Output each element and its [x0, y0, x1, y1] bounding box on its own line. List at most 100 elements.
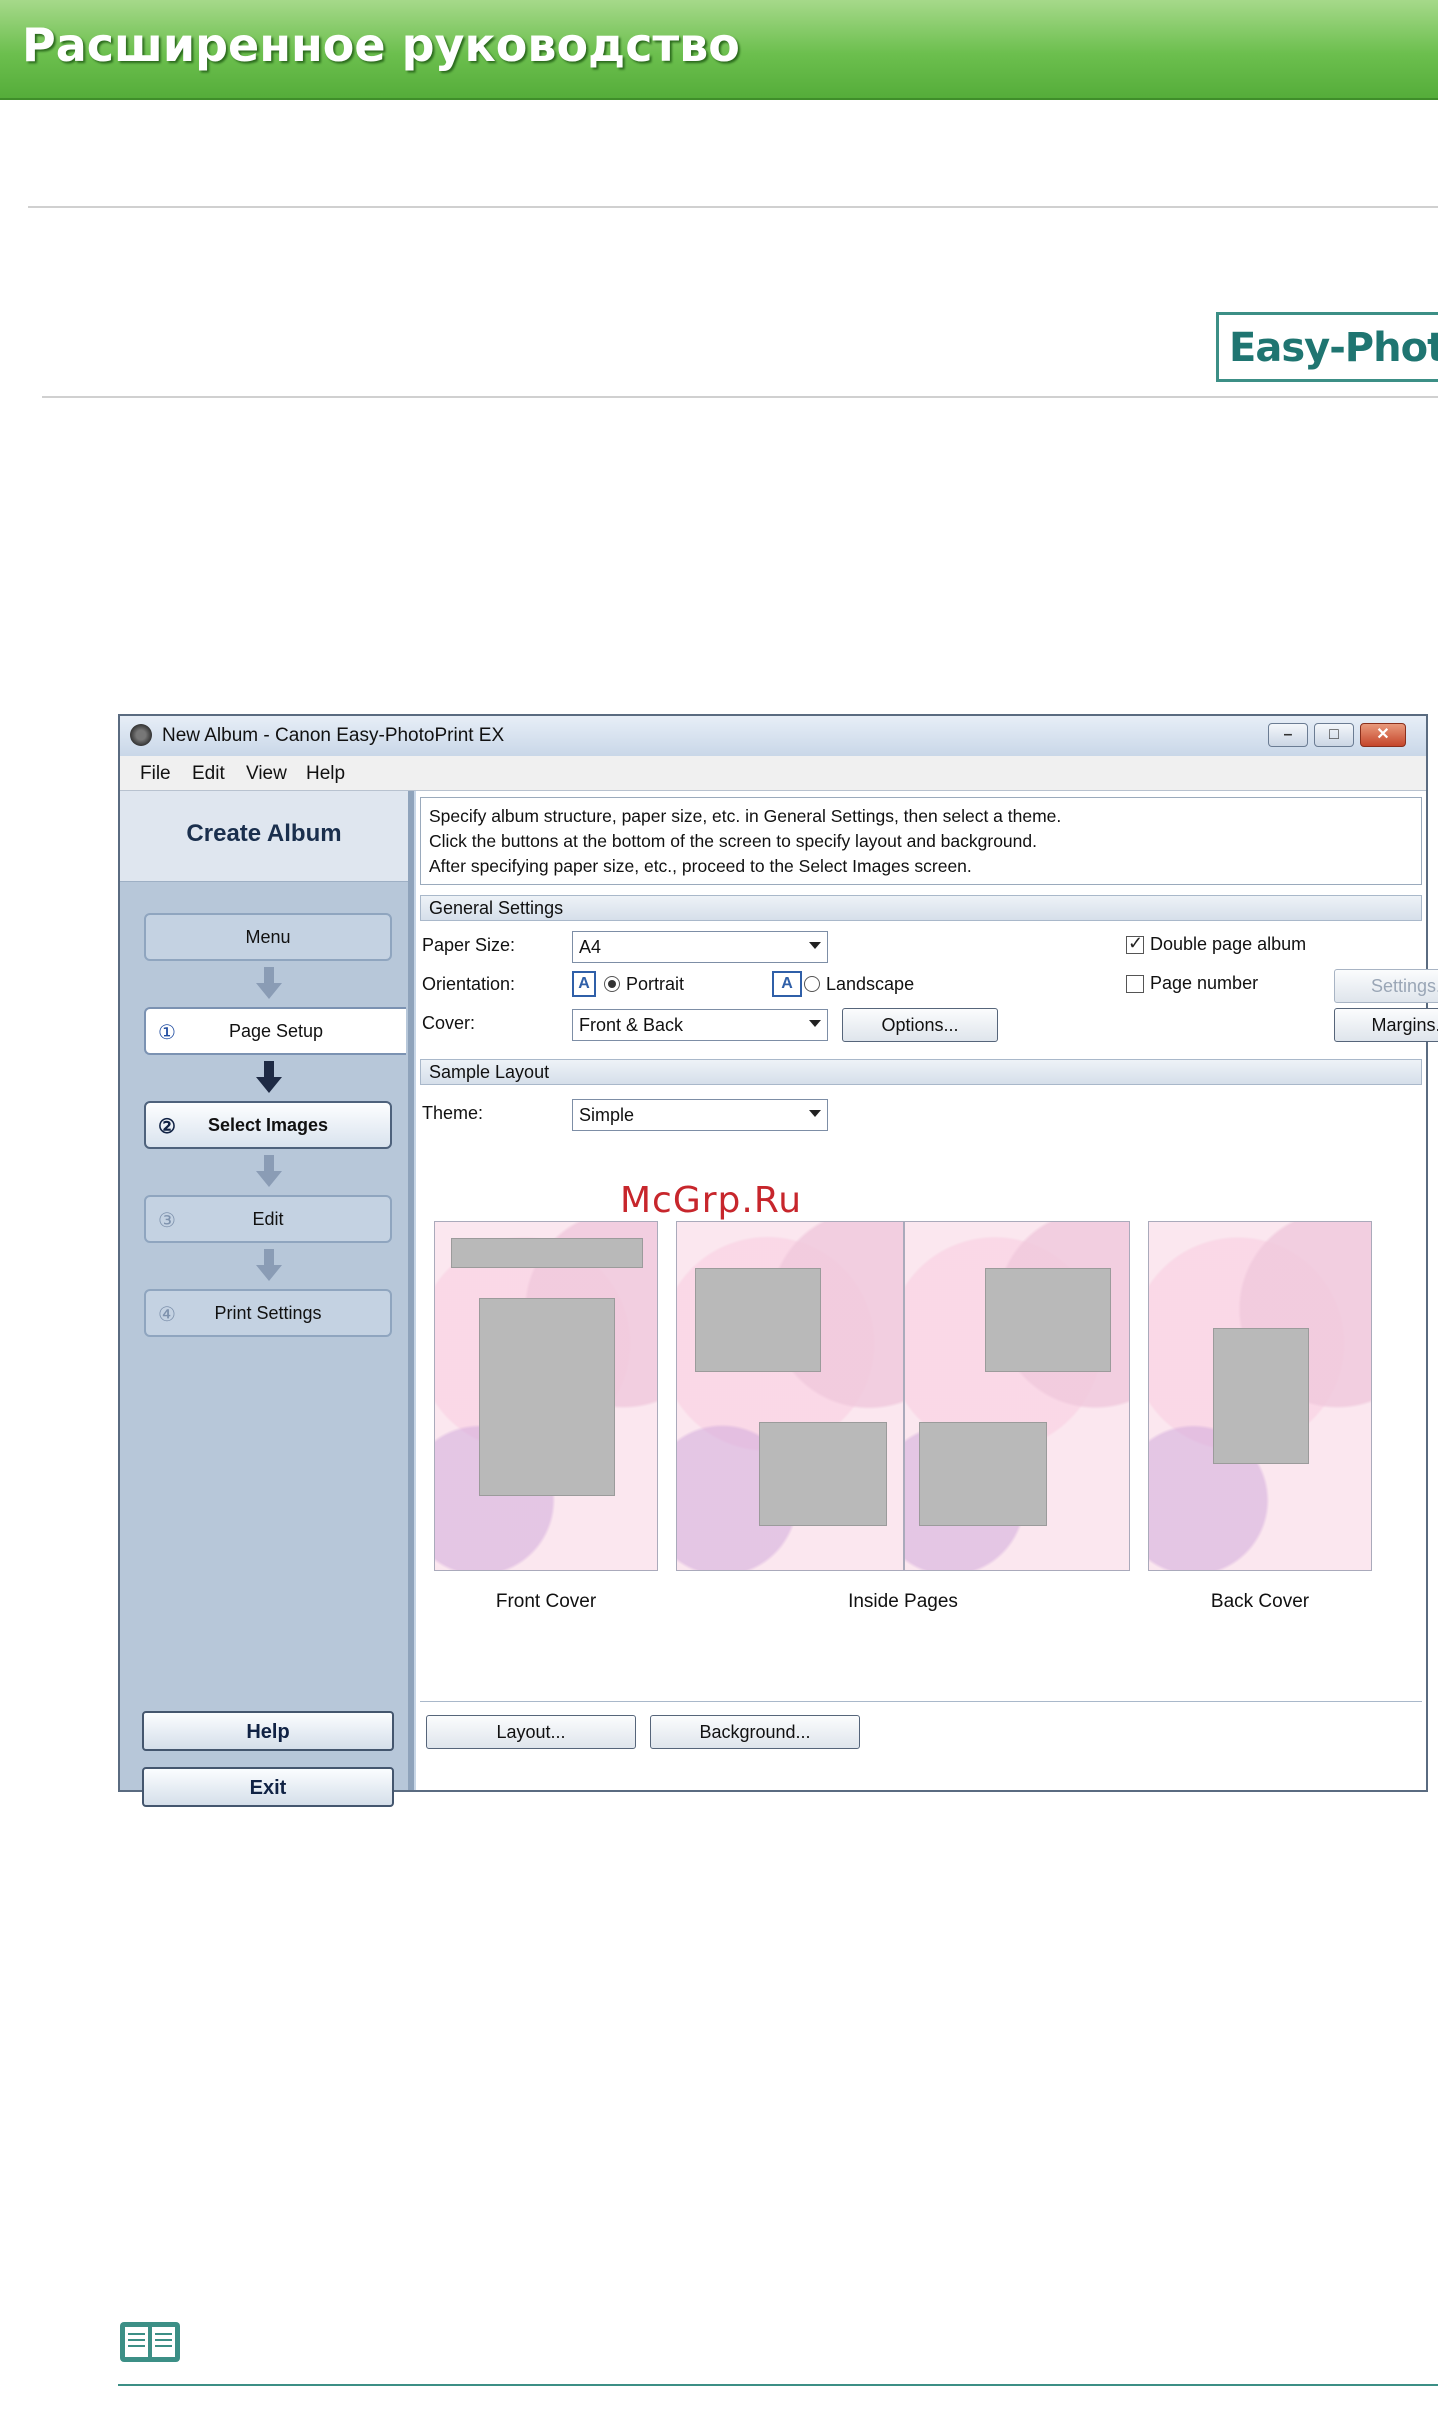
paper-size-label: Paper Size: — [422, 935, 516, 955]
divider — [42, 396, 1438, 398]
back-cover-caption: Back Cover — [1210, 1591, 1310, 1612]
menu-help[interactable]: Help — [306, 763, 345, 785]
app-icon — [130, 724, 152, 746]
pane-heading: Create Album — [120, 791, 408, 882]
landscape-radio[interactable] — [804, 976, 820, 992]
arrow-down-icon — [256, 1249, 282, 1281]
step-label: Page Setup — [228, 1021, 324, 1041]
chevron-down-icon — [809, 942, 821, 949]
divider — [420, 1701, 1422, 1702]
arrow-down-icon — [256, 967, 282, 999]
landscape-label: Landscape — [826, 974, 915, 994]
settings-button[interactable]: Settings... — [1334, 969, 1438, 1003]
orientation-landscape-icon: A — [772, 971, 802, 997]
double-page-checkbox[interactable]: ✓ — [1126, 933, 1144, 954]
general-settings-title: General Settings — [429, 898, 564, 918]
menu-step-button[interactable]: Menu — [144, 913, 392, 961]
theme-value: Simple — [579, 1105, 635, 1125]
arrow-down-icon — [256, 1061, 282, 1093]
orientation-label: Orientation: — [422, 974, 516, 994]
step-label: Select Images — [207, 1115, 329, 1135]
page-number-label: Page number — [1150, 973, 1259, 993]
menu-file[interactable]: File — [140, 763, 171, 785]
inside-pages-caption: Inside Pages — [848, 1591, 958, 1612]
menu-view[interactable]: View — [246, 763, 287, 785]
image-placeholder — [1213, 1328, 1309, 1464]
close-icon: ✕ — [1376, 726, 1390, 743]
instruction-line: Specify album structure, paper size, etc… — [429, 806, 1062, 826]
help-button[interactable]: Help — [142, 1711, 394, 1751]
cover-value: Front & Back — [579, 1015, 684, 1035]
back-cover-preview — [1148, 1221, 1372, 1571]
front-cover-preview — [434, 1221, 658, 1571]
theme-label: Theme: — [422, 1103, 484, 1123]
exit-button-label: Exit — [249, 1777, 287, 1799]
image-placeholder — [985, 1268, 1111, 1372]
app-window: New Album - Canon Easy-PhotoPrint EX – □… — [118, 714, 1438, 1807]
background-button-label: Background... — [699, 1722, 811, 1742]
divider — [28, 206, 1438, 208]
portrait-radio[interactable] — [604, 976, 620, 992]
margins-button[interactable]: Margins... — [1334, 1008, 1438, 1042]
right-pane: Specify album structure, paper size, etc… — [416, 791, 1438, 1790]
instruction-line: Click the buttons at the bottom of the s… — [429, 831, 1037, 851]
settings-button-label: Settings... — [1370, 976, 1438, 996]
product-badge-label: Easy-PhotoP — [1229, 325, 1438, 371]
note-book-icon — [120, 2322, 180, 2362]
double-page-label: Double page album — [1150, 934, 1307, 954]
maximize-button[interactable]: □ — [1314, 723, 1354, 747]
cover-label: Cover: — [422, 1013, 476, 1033]
step-label: Edit — [252, 1209, 284, 1229]
product-badge: Easy-PhotoP — [1216, 312, 1438, 382]
print-settings-step-button[interactable]: ④ Print Settings — [144, 1289, 392, 1337]
options-button[interactable]: Options... — [842, 1008, 998, 1042]
title-bar[interactable]: New Album - Canon Easy-PhotoPrint EX – □… — [120, 716, 1426, 757]
menu-bar: File Edit View Help — [120, 756, 1426, 791]
margins-button-label: Margins... — [1371, 1015, 1438, 1035]
inside-page-left-preview — [676, 1221, 904, 1571]
paper-size-value: A4 — [579, 937, 602, 957]
page-header: Расширенное руководство — [0, 0, 1438, 100]
watermark: McGrp.Ru — [620, 1180, 803, 1221]
image-placeholder — [919, 1422, 1047, 1526]
orientation-portrait-icon: A — [572, 971, 596, 997]
exit-button[interactable]: Exit — [142, 1767, 394, 1807]
help-button-label: Help — [246, 1721, 290, 1743]
check-icon: ✓ — [1128, 933, 1144, 953]
select-images-step-button[interactable]: ② Select Images — [144, 1101, 392, 1149]
menu-edit[interactable]: Edit — [192, 763, 225, 785]
step-label: Print Settings — [214, 1303, 322, 1323]
edit-step-button[interactable]: ③ Edit — [144, 1195, 392, 1243]
minimize-icon: – — [1283, 726, 1293, 743]
cover-select[interactable]: Front & Back — [572, 1009, 828, 1041]
minimize-button[interactable]: – — [1268, 723, 1308, 747]
left-pane: Create Album Menu ① Page Setup ② Select … — [120, 791, 414, 1807]
portrait-label: Portrait — [626, 974, 685, 994]
theme-select[interactable]: Simple — [572, 1099, 828, 1131]
instructions-box: Specify album structure, paper size, etc… — [420, 797, 1422, 885]
layout-button[interactable]: Layout... — [426, 1715, 636, 1749]
step-label: Menu — [245, 927, 291, 947]
page-setup-step-button[interactable]: ① Page Setup — [144, 1007, 406, 1055]
layout-button-label: Layout... — [496, 1722, 566, 1742]
chevron-down-icon — [809, 1020, 821, 1027]
divider — [118, 2384, 1438, 2386]
options-button-label: Options... — [881, 1015, 959, 1035]
image-placeholder — [479, 1298, 615, 1496]
image-placeholder — [759, 1422, 887, 1526]
front-cover-caption: Front Cover — [495, 1591, 597, 1612]
maximize-icon: □ — [1329, 726, 1339, 743]
chevron-down-icon — [809, 1110, 821, 1117]
paper-size-select[interactable]: A4 — [572, 931, 828, 963]
window-title: New Album - Canon Easy-PhotoPrint EX — [162, 725, 505, 746]
general-settings-header: General Settings — [420, 895, 1422, 921]
instruction-line: After specifying paper size, etc., proce… — [429, 856, 972, 876]
inside-page-right-preview — [904, 1221, 1130, 1571]
page-header-title: Расширенное руководство — [22, 18, 740, 72]
close-button[interactable]: ✕ — [1360, 723, 1406, 747]
image-placeholder — [695, 1268, 821, 1372]
background-button[interactable]: Background... — [650, 1715, 860, 1749]
title-placeholder — [451, 1238, 643, 1268]
page-number-checkbox[interactable] — [1126, 975, 1144, 993]
create-album-heading: Create Album — [186, 820, 342, 847]
